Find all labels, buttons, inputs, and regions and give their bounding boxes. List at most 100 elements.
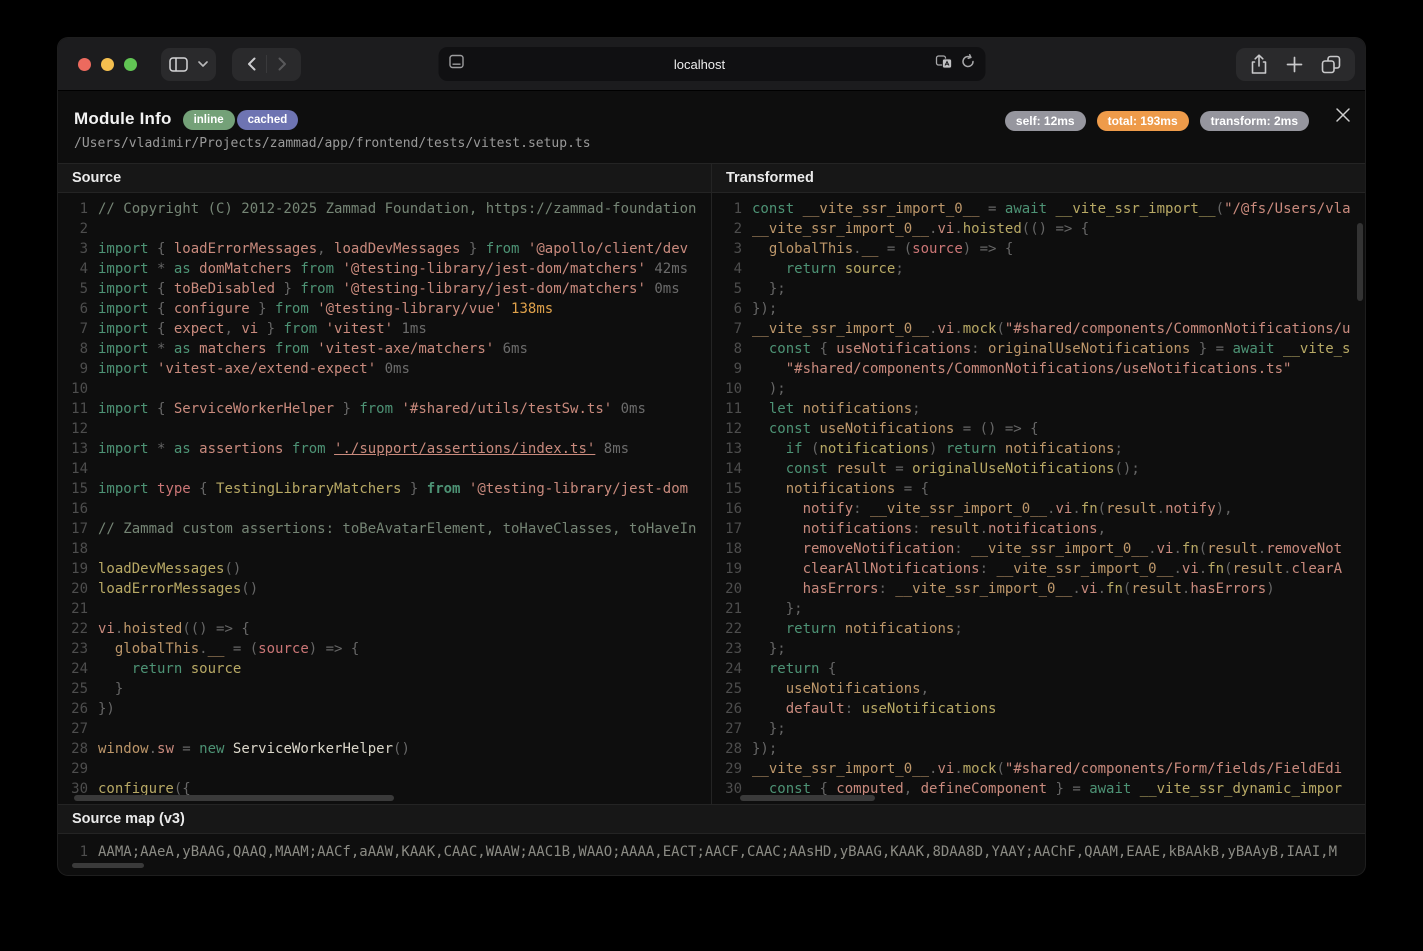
line-number: 22	[725, 621, 742, 637]
code-panels: Source 1 // Copyright (C) 2012-2025 Zamma…	[58, 163, 1365, 804]
code-token: as	[173, 441, 200, 457]
code-line: 22 vi.hoisted(() => {	[58, 619, 711, 639]
transformed-code[interactable]: 1 const __vite_ssr_import_0__ = await __v…	[712, 193, 1365, 804]
zoom-window-button[interactable]	[124, 57, 137, 71]
url-text[interactable]: localhost	[464, 57, 935, 72]
code-token: }	[249, 301, 276, 317]
sourcemap-horizontal-scrollbar[interactable]	[72, 863, 144, 868]
code-token: });	[752, 741, 778, 757]
code-token: notifications	[785, 481, 896, 497]
code-token: :	[853, 501, 871, 517]
address-bar[interactable]: localhost	[438, 47, 985, 81]
code-token: *	[157, 441, 174, 457]
code-line: 16	[58, 499, 711, 519]
code-text: };	[752, 279, 786, 299]
code-token: ,	[903, 781, 921, 797]
code-token: :	[971, 341, 989, 357]
code-line: 18 removeNotification: __vite_ssr_import…	[712, 539, 1365, 559]
code-token: 6ms	[494, 341, 528, 357]
code-token: import	[98, 441, 158, 457]
code-token: source	[258, 641, 309, 657]
code-text: import 'vitest-axe/extend-expect' 0ms	[98, 359, 410, 379]
code-token: notifications	[844, 621, 955, 637]
code-text: __vite_ssr_import_0__.vi.mock("#shared/c…	[752, 759, 1342, 779]
code-token: vi	[937, 221, 955, 237]
line-number: 17	[71, 521, 88, 537]
code-token: vi	[1055, 501, 1073, 517]
code-text: import { ServiceWorkerHelper } from '#sh…	[98, 399, 646, 419]
line-number: 27	[71, 721, 88, 737]
line-number: 23	[725, 641, 742, 657]
code-token: source	[844, 261, 896, 277]
code-token: )	[929, 441, 946, 457]
back-icon[interactable]	[236, 48, 266, 81]
line-number: 24	[725, 661, 742, 677]
code-line: 24 return {	[712, 659, 1365, 679]
code-line: 8 import * as matchers from 'vitest-axe/m…	[58, 339, 711, 359]
line-number: 19	[71, 561, 88, 577]
code-token: globalThis	[768, 241, 854, 257]
code-token: __vite_s	[1283, 341, 1351, 357]
code-token: // Zammad custom assertions: toBeAvatarE…	[98, 521, 697, 537]
line-number: 12	[71, 421, 88, 437]
code-token: :	[912, 521, 930, 537]
window-controls	[78, 57, 137, 71]
reload-icon[interactable]	[960, 54, 975, 74]
code-token: return	[785, 261, 845, 277]
source-code[interactable]: 1 // Copyright (C) 2012-2025 Zammad Found…	[58, 193, 711, 804]
code-line: 19 loadDevMessages()	[58, 559, 711, 579]
module-badges: inline cached	[182, 110, 301, 130]
code-line: 13 if (notifications) return notificatio…	[712, 439, 1365, 459]
code-token: loadErrorMessages	[173, 241, 318, 257]
code-token: {	[157, 301, 174, 317]
share-icon[interactable]	[1250, 53, 1268, 75]
source-panel: Source 1 // Copyright (C) 2012-2025 Zamma…	[58, 164, 711, 804]
line-number: 14	[71, 461, 88, 477]
code-token: notifications	[819, 441, 930, 457]
code-token: (	[1215, 201, 1225, 217]
tabs-icon[interactable]	[1321, 55, 1341, 74]
code-text: import * as assertions from './support/a…	[98, 439, 629, 459]
new-tab-icon[interactable]	[1286, 56, 1303, 73]
code-token: {	[157, 241, 174, 257]
code-text: "#shared/components/CommonNotifications/…	[752, 359, 1292, 379]
code-line: 25 useNotifications,	[712, 679, 1365, 699]
code-token: from	[485, 241, 528, 257]
code-line: 28});	[712, 739, 1365, 759]
code-token: defineComponent	[920, 781, 1048, 797]
code-token: as	[173, 341, 200, 357]
minimize-window-button[interactable]	[101, 57, 114, 71]
code-text: loadErrorMessages()	[98, 579, 258, 599]
code-token: default	[785, 701, 845, 717]
close-icon[interactable]	[1334, 106, 1352, 124]
code-token: .	[853, 241, 862, 257]
module-link[interactable]: './support/assertions/index.ts'	[334, 441, 595, 457]
code-token: ;	[895, 261, 904, 277]
code-token: window	[98, 741, 149, 757]
horizontal-scrollbar[interactable]	[740, 795, 875, 801]
sidebar-icon[interactable]	[169, 56, 188, 72]
vertical-scrollbar[interactable]	[1357, 223, 1363, 301]
code-token: result	[836, 461, 887, 477]
reader-icon[interactable]	[448, 54, 464, 74]
translate-icon[interactable]	[935, 54, 952, 74]
sourcemap-line: 1 AAMA;AAeA,yBAAG,QAAQ,MAAM;AACf,aAAW,KA…	[58, 834, 1365, 872]
horizontal-scrollbar[interactable]	[74, 795, 394, 801]
close-window-button[interactable]	[78, 57, 91, 71]
code-token: *	[157, 261, 174, 277]
code-token: ;	[1114, 441, 1123, 457]
forward-icon[interactable]	[267, 48, 297, 81]
code-token: (	[996, 761, 1005, 777]
code-token: "#shared/components/Form/fields/FieldEdi	[1004, 761, 1343, 777]
code-line: 24 return source	[58, 659, 711, 679]
code-token: 0ms	[645, 281, 680, 297]
code-line: 10	[58, 379, 711, 399]
chevron-down-icon[interactable]	[198, 61, 208, 67]
code-token: from	[300, 261, 343, 277]
sourcemap-title: Source map (v3)	[58, 805, 1365, 834]
